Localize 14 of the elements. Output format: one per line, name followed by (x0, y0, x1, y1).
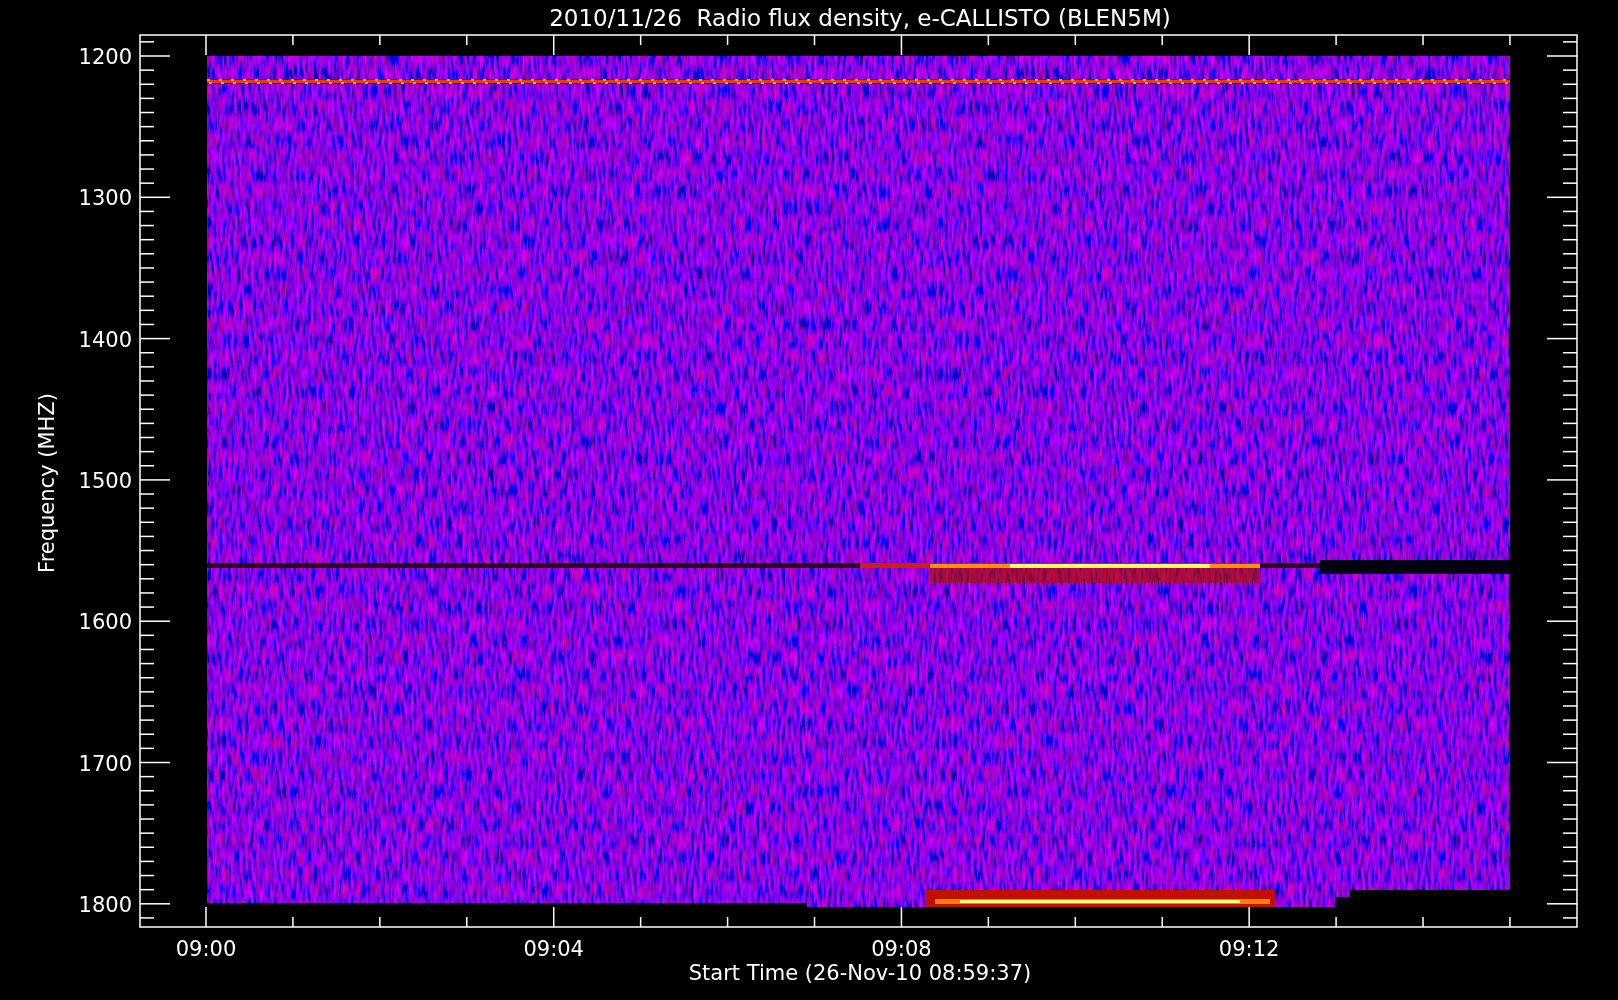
x-tick-label: 09:08 (871, 937, 932, 961)
y-tick-label: 1600 (78, 610, 132, 635)
x-axis-title: Start Time (26-Nov-10 08:59:37) (688, 961, 1032, 985)
y-tick-label: 1400 (78, 327, 132, 352)
x-tick-label: 09:12 (1218, 937, 1280, 961)
x-tick-label: 09:00 (175, 937, 237, 961)
y-tick-label: 1200 (78, 45, 132, 69)
chart-title: 2010/11/26 Radio flux density, e-CALLISTO (BLEN5M) (549, 5, 1171, 31)
y-tick-label: 1500 (78, 468, 132, 493)
y-axis-title: Frequency (MHZ) (35, 393, 59, 573)
y-tick-label: 1700 (78, 751, 132, 776)
y-tick-label: 1300 (78, 186, 132, 211)
x-tick-label: 09:04 (523, 937, 584, 961)
y-tick-label: 1800 (78, 892, 132, 917)
